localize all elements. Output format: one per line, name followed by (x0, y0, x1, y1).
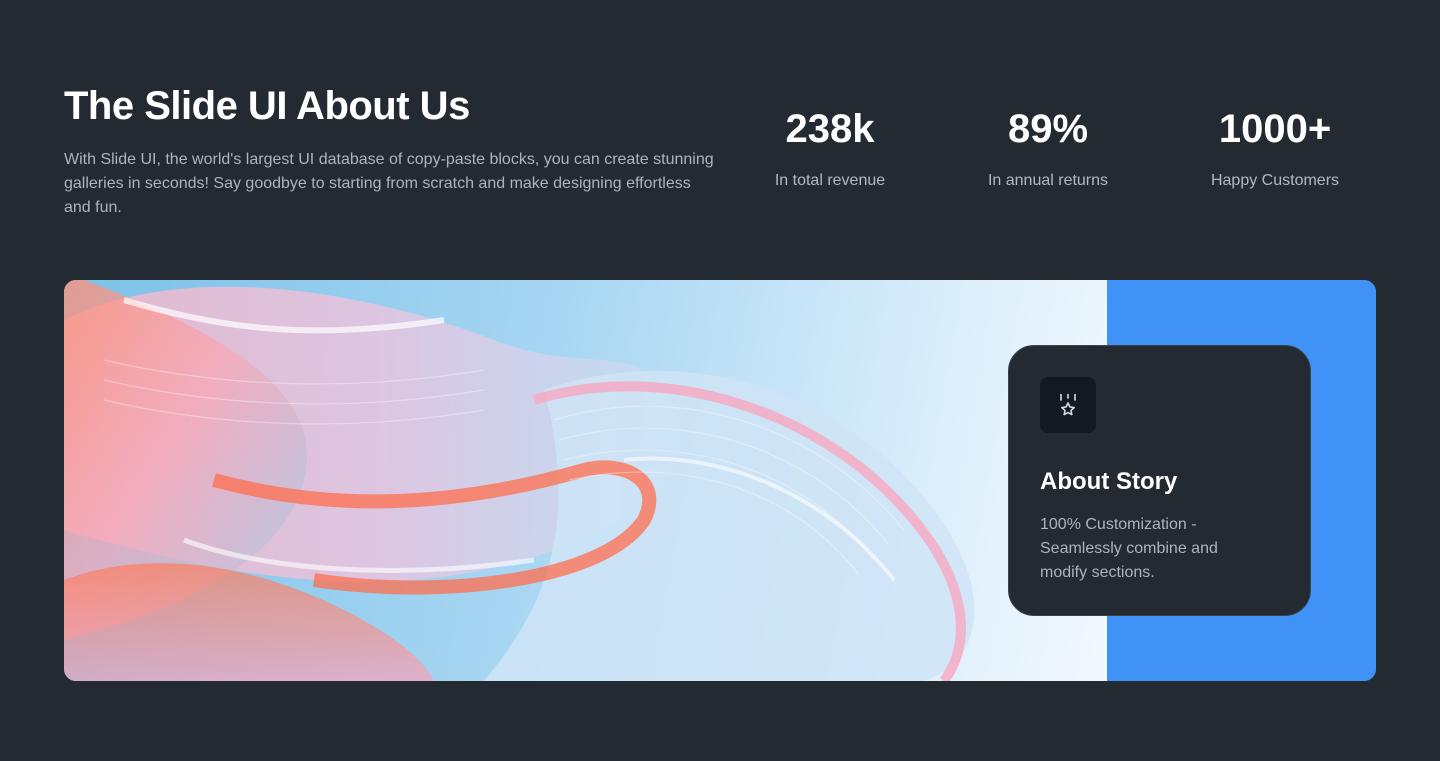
page-title: The Slide UI About Us (64, 84, 470, 128)
story-banner: About Story 100% Customization - Seamles… (64, 280, 1376, 681)
stat-customers: 1000+ Happy Customers (1165, 104, 1385, 192)
medal-star-glyph (1060, 393, 1076, 416)
stat-returns: 89% In annual returns (938, 104, 1158, 192)
card-description: 100% Customization - Seamlessly combine … (1040, 516, 1218, 581)
intro-block: The Slide UI About Us With Slide UI, the… (64, 84, 714, 220)
card-title: About Story (1040, 468, 1178, 495)
about-story-card: About Story 100% Customization - Seamles… (1008, 345, 1311, 616)
medal-star-icon (1040, 377, 1096, 433)
stats-row: 238k In total revenue 89% In annual retu… (720, 104, 1380, 204)
stat-label: Happy Customers (1210, 172, 1340, 189)
stat-label: In total revenue (774, 172, 886, 189)
stat-value: 238k (785, 107, 875, 151)
ribbon-artwork (64, 280, 975, 681)
abstract-ribbon-image (64, 280, 1107, 681)
about-section: The Slide UI About Us With Slide UI, the… (0, 0, 1440, 761)
stat-value: 1000+ (1218, 107, 1332, 151)
stat-label: In annual returns (987, 172, 1109, 189)
intro-description: With Slide UI, the world's largest UI da… (64, 151, 714, 216)
stat-value: 89% (1007, 107, 1089, 151)
stat-revenue: 238k In total revenue (720, 104, 940, 192)
